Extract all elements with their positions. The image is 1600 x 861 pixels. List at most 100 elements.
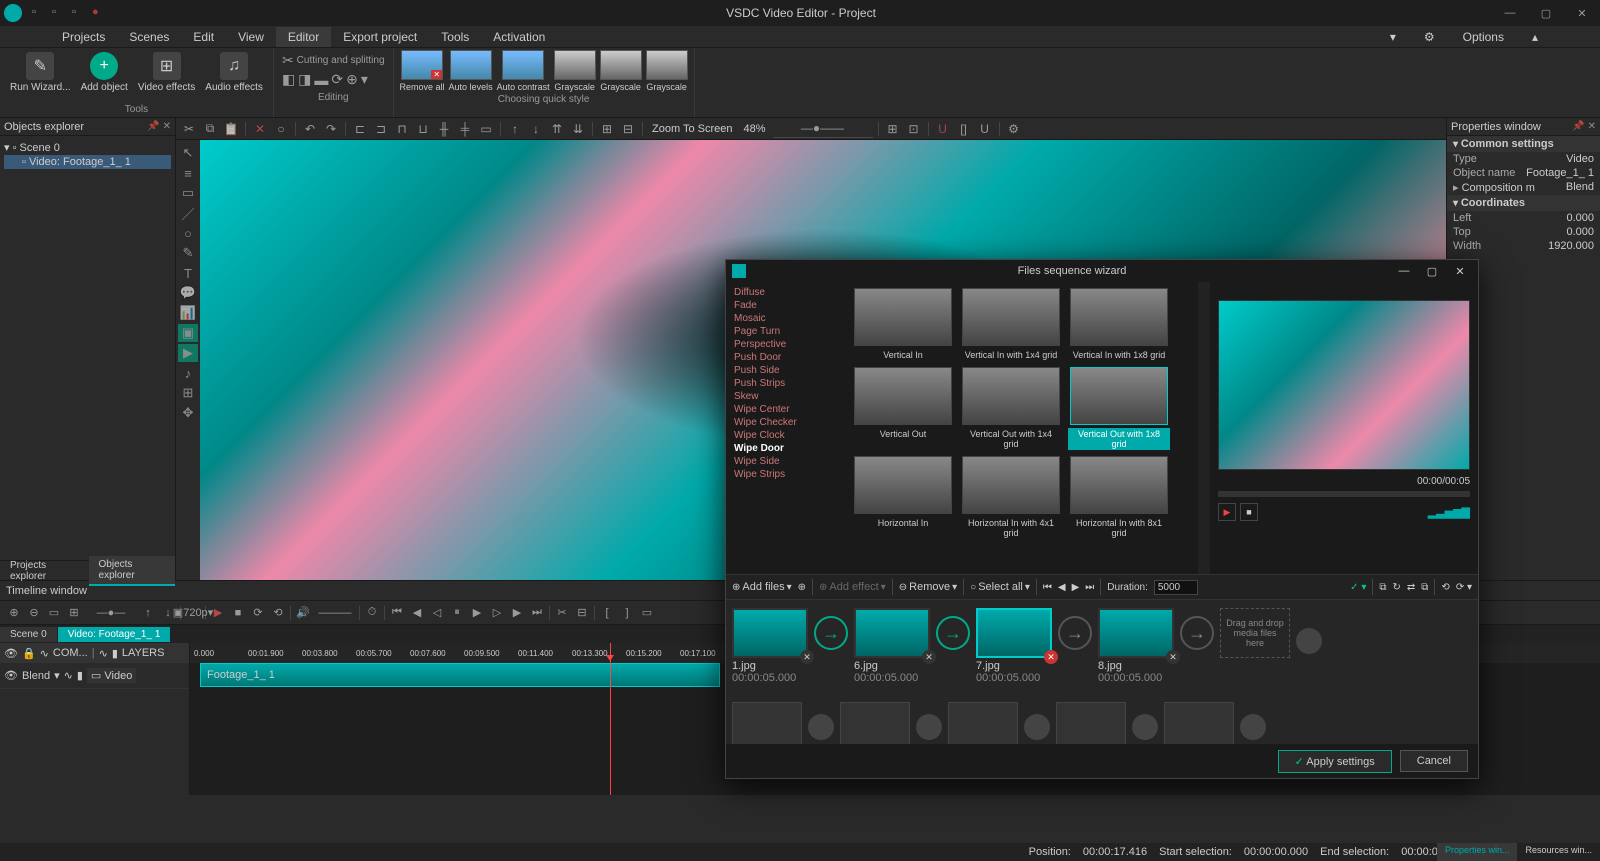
tb-align-5[interactable]: ╫	[435, 120, 453, 138]
tb-down-icon[interactable]: ↓	[527, 120, 545, 138]
dialog-minimize-button[interactable]: —	[1392, 262, 1416, 280]
tb-circle-icon[interactable]: ○	[272, 120, 290, 138]
gallery-scrollbar[interactable]	[1198, 282, 1210, 574]
tool-pointer-icon[interactable]: ↖	[178, 144, 198, 162]
audio-effects-button[interactable]: ♫Audio effects	[201, 50, 267, 95]
strip-item[interactable]: ✕1.jpg00:00:05.000	[732, 608, 808, 684]
tb-group-icon[interactable]: ⊞	[598, 120, 616, 138]
tl-film-icon[interactable]: ▭	[46, 605, 62, 621]
edit-tool-3[interactable]: ▬	[314, 72, 328, 88]
flip-icon[interactable]: ⇄	[1407, 582, 1415, 593]
duration-input[interactable]	[1154, 580, 1198, 595]
gallery-item[interactable]: Vertical In	[852, 288, 954, 361]
lock-icon[interactable]: 🔒	[22, 647, 36, 660]
remove-item-icon[interactable]: ✕	[922, 650, 936, 664]
transition-item[interactable]: Wipe Door	[730, 442, 842, 455]
menu-tools[interactable]: Tools	[429, 27, 481, 47]
transition-item[interactable]: Page Turn	[730, 325, 842, 338]
tb-u-icon[interactable]: U	[934, 120, 952, 138]
tl-cut-icon[interactable]: ✂	[554, 605, 570, 621]
tool-ellipse-icon[interactable]: ○	[178, 224, 198, 242]
tool-text-icon[interactable]: T	[178, 264, 198, 282]
chevron-up-icon[interactable]: ▴	[1520, 27, 1550, 47]
tl-prev-icon[interactable]: ◀	[409, 605, 425, 621]
transition-arrow-icon[interactable]: →	[814, 616, 848, 650]
tl-mark-out-icon[interactable]: ]	[619, 605, 635, 621]
transition-item[interactable]: Push Strips	[730, 377, 842, 390]
tb-align-4[interactable]: ⊔	[414, 120, 432, 138]
edit-tool-1[interactable]: ◧	[282, 71, 295, 88]
tool-move-icon[interactable]: ✥	[178, 404, 198, 422]
tb-back-icon[interactable]: ⇊	[569, 120, 587, 138]
tool-pen-icon[interactable]: ／	[178, 204, 198, 222]
style-grayscale-1[interactable]: Grayscale	[554, 50, 596, 92]
wave-icon[interactable]: ∿	[40, 647, 49, 660]
tl-mark-in-icon[interactable]: [	[599, 605, 615, 621]
crop-icon[interactable]: ⧉	[1379, 582, 1386, 593]
tl-step-fwd-icon[interactable]: ▷	[489, 605, 505, 621]
rtab-resources[interactable]: Resources win...	[1517, 843, 1600, 861]
chevron-down-icon[interactable]: ▾	[1378, 27, 1408, 47]
tb-front-icon[interactable]: ⇈	[548, 120, 566, 138]
preview-stop-button[interactable]: ■	[1240, 503, 1258, 521]
tl-next-icon[interactable]: ▶	[509, 605, 525, 621]
preview-play-button[interactable]: ▶	[1218, 503, 1236, 521]
add-icon-button[interactable]: ⊕	[798, 582, 806, 593]
tree-video[interactable]: ▫ Video: Footage_1_ 1	[4, 155, 171, 169]
dialog-titlebar[interactable]: Files sequence wizard — ▢ ✕	[726, 260, 1478, 282]
check-button[interactable]: ✓ ▾	[1350, 582, 1366, 593]
copy-icon[interactable]: ⧉	[1421, 582, 1428, 593]
gear-icon[interactable]: ⚙	[1412, 27, 1447, 47]
style-grayscale-3[interactable]: Grayscale	[646, 50, 688, 92]
empty-slot[interactable]	[948, 702, 1018, 744]
tb-gear-icon[interactable]: ⚙	[1005, 120, 1023, 138]
tb-cut-icon[interactable]: ✂	[180, 120, 198, 138]
tb-align-6[interactable]: ╪	[456, 120, 474, 138]
add-object-button[interactable]: +Add object	[77, 50, 132, 95]
redo2-icon[interactable]: ⟳ ▾	[1456, 582, 1472, 593]
gallery-item[interactable]: Vertical Out with 1x4 grid	[960, 367, 1062, 450]
tl-up-icon[interactable]: ↑	[140, 605, 156, 621]
transition-item[interactable]: Wipe Strips	[730, 468, 842, 481]
style-grayscale-2[interactable]: Grayscale	[600, 50, 642, 92]
tl-step-back-icon[interactable]: ◁	[429, 605, 445, 621]
wave-icon[interactable]: ∿	[64, 669, 73, 682]
rtab-properties[interactable]: Properties win...	[1437, 843, 1518, 861]
gallery-item[interactable]: Vertical Out	[852, 367, 954, 450]
tool-video-icon[interactable]: ▶	[178, 344, 198, 362]
apply-settings-button[interactable]: Apply settings	[1278, 750, 1392, 773]
eye-icon[interactable]: 👁	[4, 647, 18, 660]
tl-grid-icon[interactable]: ⊞	[66, 605, 82, 621]
gallery-item[interactable]: Horizontal In with 8x1 grid	[1068, 456, 1170, 539]
run-wizard-button[interactable]: ✎Run Wizard...	[6, 50, 75, 95]
maximize-button[interactable]: ▢	[1532, 3, 1560, 23]
pin-icon[interactable]: 📌 ✕	[1572, 121, 1596, 132]
edit-tool-4[interactable]: ⟳	[331, 71, 343, 88]
wave2-icon[interactable]: ∿	[99, 647, 108, 660]
tl-plus-icon[interactable]: ⊕	[6, 605, 22, 621]
empty-slot[interactable]	[1056, 702, 1126, 744]
transition-item[interactable]: Mosaic	[730, 312, 842, 325]
select-all-button[interactable]: ○Select all ▾	[970, 581, 1030, 593]
tb-grid-2[interactable]: ⊡	[905, 120, 923, 138]
nav-first-icon[interactable]: ⏮	[1043, 582, 1052, 593]
tb-delete-icon[interactable]: ✕	[251, 120, 269, 138]
tool-chart-icon[interactable]: 📊	[178, 304, 198, 322]
rotate-icon[interactable]: ↻	[1393, 582, 1401, 593]
edit-tool-2[interactable]: ◨	[298, 71, 311, 88]
video-effects-button[interactable]: ⊞Video effects	[134, 50, 199, 95]
transition-item[interactable]: Wipe Side	[730, 455, 842, 468]
undo2-icon[interactable]: ⟲	[1441, 582, 1449, 593]
qa-new-icon[interactable]: ▫	[32, 6, 46, 20]
playhead[interactable]	[610, 643, 611, 795]
transition-item[interactable]: Wipe Center	[730, 403, 842, 416]
scissors-icon[interactable]: ✂	[282, 52, 294, 69]
tool-line-icon[interactable]: ≡	[178, 164, 198, 182]
strip-item[interactable]: ✕7.jpg00:00:05.000	[976, 608, 1052, 684]
transition-arrow-icon[interactable]: →	[936, 616, 970, 650]
tl-res-dropdown[interactable]: ▣ 720p ▾	[185, 605, 201, 621]
gallery-item[interactable]: Horizontal In with 4x1 grid	[960, 456, 1062, 539]
style-auto-levels[interactable]: Auto levels	[449, 50, 493, 92]
transition-item[interactable]: Skew	[730, 390, 842, 403]
style-remove-all[interactable]: ✕Remove all	[400, 50, 445, 92]
